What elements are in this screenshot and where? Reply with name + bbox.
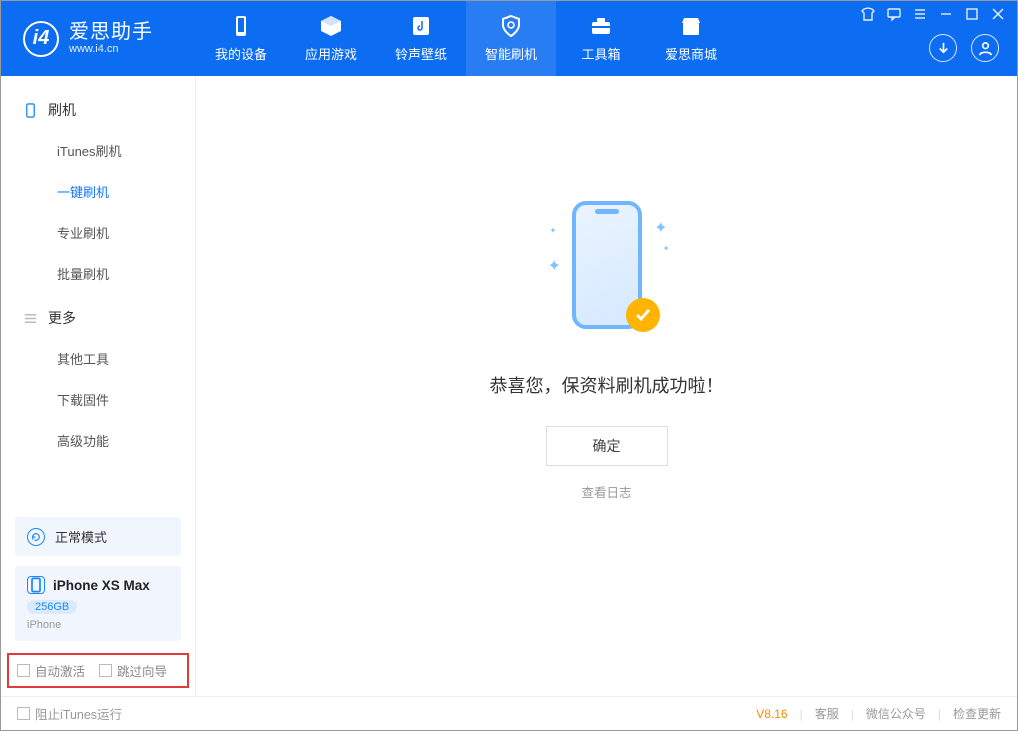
device-storage: 256GB (27, 600, 77, 614)
download-icon[interactable] (929, 34, 957, 62)
success-panel: ✦ ✦ ✦ ✦ 恭喜您，保资料刷机成功啦！ 确定 查看日志 (490, 196, 724, 502)
checkbox-label: 跳过向导 (117, 661, 167, 680)
nav-apps-games[interactable]: 应用游戏 (286, 1, 376, 76)
feedback-icon[interactable] (887, 7, 901, 21)
close-icon[interactable] (991, 7, 1005, 21)
title-bar: i4 爱思助手 www.i4.cn 我的设备 应用游戏 铃声壁纸 智能刷机 (1, 1, 1017, 76)
sidebar: 刷机 iTunes刷机 一键刷机 专业刷机 批量刷机 更多 其他工具 下载固件 … (1, 76, 196, 696)
toolbox-icon (589, 14, 613, 38)
nav-smart-flash[interactable]: 智能刷机 (466, 1, 556, 76)
success-illustration: ✦ ✦ ✦ ✦ (552, 196, 662, 346)
sidebar-item-batch-flash[interactable]: 批量刷机 (1, 253, 195, 294)
sparkle-icon: ✦ (548, 256, 561, 276)
sidebar-header-more: 更多 (1, 294, 195, 338)
nav-label: 应用游戏 (305, 44, 357, 63)
main-nav: 我的设备 应用游戏 铃声壁纸 智能刷机 工具箱 爱思商城 (196, 1, 736, 76)
skin-icon[interactable] (861, 7, 875, 21)
nav-label: 铃声壁纸 (395, 44, 447, 63)
menu-icon[interactable] (913, 7, 927, 21)
success-message: 恭喜您，保资料刷机成功啦！ (490, 372, 724, 398)
sidebar-header-flash: 刷机 (1, 86, 195, 130)
user-icon[interactable] (971, 34, 999, 62)
status-bar: 阻止iTunes运行 V8.16 | 客服 | 微信公众号 | 检查更新 (1, 696, 1017, 730)
separator: | (851, 707, 854, 721)
sidebar-item-oneclick-flash[interactable]: 一键刷机 (1, 171, 195, 212)
main-content: ✦ ✦ ✦ ✦ 恭喜您，保资料刷机成功啦！ 确定 查看日志 (196, 76, 1017, 696)
footer-link-update[interactable]: 检查更新 (953, 705, 1001, 722)
nav-label: 工具箱 (581, 44, 620, 63)
sidebar-item-download-fw[interactable]: 下载固件 (1, 379, 195, 420)
device-name: iPhone XS Max (53, 578, 150, 593)
nav-label: 我的设备 (215, 44, 267, 63)
device-mode[interactable]: 正常模式 (15, 517, 181, 556)
maximize-icon[interactable] (965, 7, 979, 21)
list-icon (23, 311, 38, 326)
window-controls (861, 7, 1005, 21)
view-log-link[interactable]: 查看日志 (581, 486, 631, 500)
sidebar-item-pro-flash[interactable]: 专业刷机 (1, 212, 195, 253)
device-icon (229, 14, 253, 38)
device-card[interactable]: iPhone XS Max 256GB iPhone (15, 566, 181, 641)
phone-icon (23, 103, 38, 118)
checkbox-label: 自动激活 (35, 661, 85, 680)
sparkle-icon: ✦ (654, 218, 667, 238)
logo-text: 爱思助手 www.i4.cn (69, 21, 153, 55)
app-name: 爱思助手 (69, 21, 153, 43)
app-window: i4 爱思助手 www.i4.cn 我的设备 应用游戏 铃声壁纸 智能刷机 (0, 0, 1018, 731)
nav-my-device[interactable]: 我的设备 (196, 1, 286, 76)
sidebar-section-title: 刷机 (48, 100, 76, 120)
checkbox-icon (17, 707, 30, 720)
nav-ringtones[interactable]: 铃声壁纸 (376, 1, 466, 76)
app-url: www.i4.cn (69, 43, 153, 55)
minimize-icon[interactable] (939, 7, 953, 21)
footer-link-wechat[interactable]: 微信公众号 (866, 705, 926, 722)
music-icon (409, 14, 433, 38)
store-icon (679, 14, 703, 38)
sidebar-section-title: 更多 (48, 308, 76, 328)
checkbox-skip-guide[interactable]: 跳过向导 (99, 661, 167, 680)
separator: | (800, 707, 803, 721)
checkbox-icon (17, 664, 30, 677)
sidebar-item-advanced[interactable]: 高级功能 (1, 420, 195, 461)
nav-store[interactable]: 爱思商城 (646, 1, 736, 76)
sidebar-item-other-tools[interactable]: 其他工具 (1, 338, 195, 379)
checkbox-block-itunes[interactable]: 阻止iTunes运行 (17, 704, 122, 723)
device-type: iPhone (27, 619, 169, 631)
footer-link-support[interactable]: 客服 (815, 705, 839, 722)
cube-icon (319, 14, 343, 38)
shield-icon (499, 14, 523, 38)
nav-toolbox[interactable]: 工具箱 (556, 1, 646, 76)
nav-label: 智能刷机 (485, 44, 537, 63)
footer-right: V8.16 | 客服 | 微信公众号 | 检查更新 (756, 705, 1001, 722)
check-badge-icon (626, 298, 660, 332)
logo: i4 爱思助手 www.i4.cn (1, 21, 196, 57)
checkbox-label: 阻止iTunes运行 (35, 704, 122, 723)
nav-label: 爱思商城 (665, 44, 717, 63)
header-action-icons (929, 34, 999, 62)
ok-button[interactable]: 确定 (546, 426, 668, 466)
logo-icon: i4 (23, 21, 59, 57)
checkbox-icon (99, 664, 112, 677)
sparkle-icon: ✦ (663, 244, 670, 253)
checkbox-auto-activate[interactable]: 自动激活 (17, 661, 85, 680)
device-small-icon (27, 576, 45, 594)
refresh-icon (27, 528, 45, 546)
sidebar-bottom: 正常模式 iPhone XS Max 256GB iPhone 自动激活 跳过向… (1, 517, 195, 696)
options-highlight: 自动激活 跳过向导 (7, 653, 189, 688)
sidebar-item-itunes-flash[interactable]: iTunes刷机 (1, 130, 195, 171)
version-label: V8.16 (756, 707, 787, 721)
separator: | (938, 707, 941, 721)
mode-label: 正常模式 (55, 527, 107, 546)
body: 刷机 iTunes刷机 一键刷机 专业刷机 批量刷机 更多 其他工具 下载固件 … (1, 76, 1017, 696)
sparkle-icon: ✦ (550, 226, 557, 235)
